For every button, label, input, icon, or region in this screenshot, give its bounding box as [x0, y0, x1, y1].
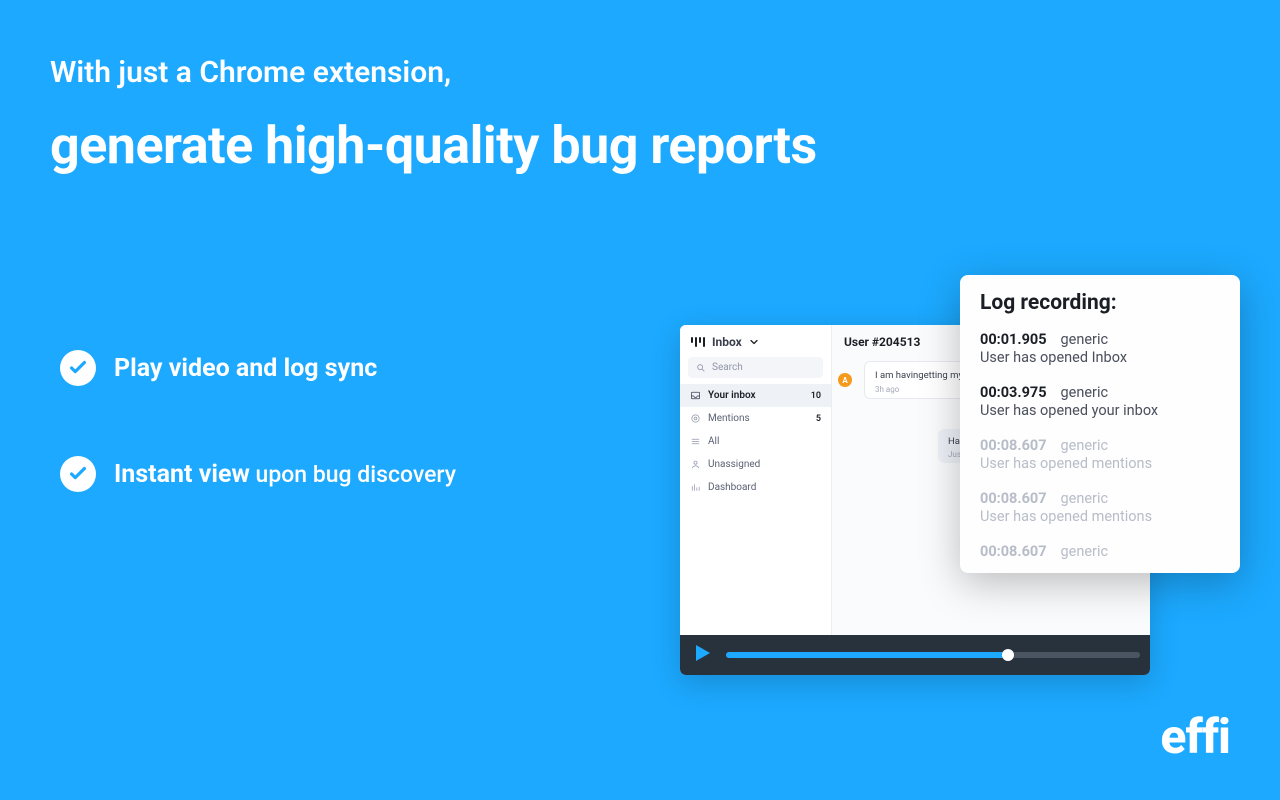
- sidebar-header[interactable]: Inbox: [680, 325, 831, 357]
- feature-bullet: Play video and log sync: [60, 350, 456, 386]
- sidebar-item-label: Dashboard: [708, 482, 756, 493]
- video-player-bar: [680, 635, 1150, 675]
- headline-subtitle: With just a Chrome extension,: [50, 55, 451, 90]
- log-entry: 00:08.607 generic User has opened mention…: [980, 490, 1220, 525]
- log-timestamp: 00:08.607: [980, 543, 1047, 560]
- sidebar-title: Inbox: [712, 335, 742, 349]
- log-kind: generic: [1061, 543, 1109, 560]
- log-timestamp: 00:03.975: [980, 384, 1047, 401]
- inbox-icon: [690, 390, 701, 401]
- chevron-down-icon: [748, 336, 760, 348]
- search-icon: [696, 363, 706, 373]
- avatar: A: [838, 373, 852, 387]
- log-entry: 00:08.607 generic User has opened mention…: [980, 437, 1220, 472]
- chart-icon: [690, 482, 701, 493]
- sidebar: Inbox Search Your inbox 10 Mentions 5: [680, 325, 832, 635]
- log-timestamp: 00:01.905: [980, 331, 1047, 348]
- feature-bullet: Instant view upon bug discovery: [60, 456, 456, 492]
- sidebar-item-badge: 5: [816, 414, 821, 424]
- check-circle-icon: [60, 456, 96, 492]
- check-circle-icon: [60, 350, 96, 386]
- seek-thumb[interactable]: [1002, 649, 1014, 661]
- search-input[interactable]: Search: [688, 357, 823, 378]
- log-message: User has opened Inbox: [980, 349, 1220, 366]
- log-kind: generic: [1061, 384, 1109, 401]
- sidebar-item-label: Mentions: [708, 413, 750, 424]
- play-icon: [690, 641, 714, 665]
- feature-bullets: Play video and log sync Instant view upo…: [60, 350, 456, 562]
- seek-progress: [726, 652, 1008, 658]
- search-placeholder: Search: [712, 362, 743, 373]
- user-icon: [690, 459, 701, 470]
- log-entry: 00:03.975 generic User has opened your in…: [980, 384, 1220, 419]
- sidebar-item-all[interactable]: All: [680, 430, 831, 453]
- log-kind: generic: [1061, 490, 1109, 507]
- log-timestamp: 00:08.607: [980, 437, 1047, 454]
- log-message: User has opened mentions: [980, 455, 1220, 472]
- log-timestamp: 00:08.607: [980, 490, 1047, 507]
- log-kind: generic: [1061, 437, 1109, 454]
- feature-bullet-text: Play video and log sync: [114, 354, 377, 383]
- log-kind: generic: [1061, 331, 1109, 348]
- sidebar-item-mentions[interactable]: Mentions 5: [680, 407, 831, 430]
- log-panel-title: Log recording:: [980, 291, 1220, 315]
- stack-icon: [690, 436, 701, 447]
- sidebar-item-label: Unassigned: [708, 459, 760, 470]
- sidebar-item-your-inbox[interactable]: Your inbox 10: [680, 384, 831, 407]
- feature-bullet-text: Instant view upon bug discovery: [114, 460, 456, 489]
- at-icon: [690, 413, 701, 424]
- log-entry: 00:01.905 generic User has opened Inbox: [980, 331, 1220, 366]
- sidebar-item-dashboard[interactable]: Dashboard: [680, 476, 831, 499]
- log-message: User has opened your inbox: [980, 402, 1220, 419]
- seek-track[interactable]: [726, 652, 1140, 658]
- sidebar-item-badge: 10: [811, 391, 821, 401]
- log-message: User has opened mentions: [980, 508, 1220, 525]
- sidebar-item-unassigned[interactable]: Unassigned: [680, 453, 831, 476]
- play-button[interactable]: [690, 641, 714, 669]
- brand-logo: effi: [1160, 708, 1230, 765]
- sidebar-item-label: All: [708, 436, 719, 447]
- headline-title: generate high-quality bug reports: [50, 115, 817, 176]
- waveform-icon: [690, 337, 706, 347]
- sidebar-item-label: Your inbox: [708, 390, 756, 401]
- log-recording-panel: Log recording: 00:01.905 generic User has…: [960, 275, 1240, 573]
- log-entry: 00:08.607 generic: [980, 543, 1220, 561]
